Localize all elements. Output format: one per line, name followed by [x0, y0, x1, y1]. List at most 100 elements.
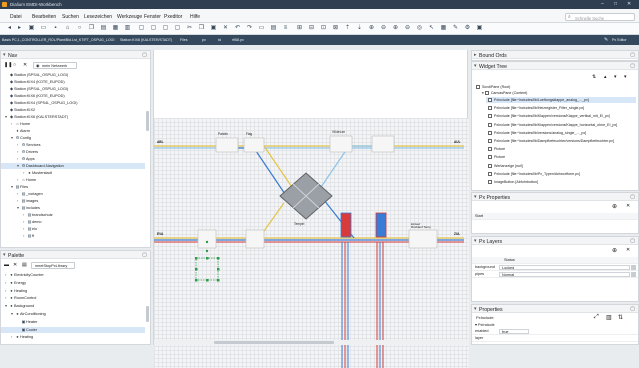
stack-icon[interactable]: ⊠: [332, 25, 339, 32]
add-icon[interactable]: ⊕: [612, 203, 617, 210]
open-icon[interactable]: ▭: [40, 25, 47, 32]
close-icon[interactable]: ✕: [626, 203, 630, 209]
bring-front-icon[interactable]: ⇡: [344, 25, 351, 32]
widget-tree-item[interactable]: PxInclude [file:^includes/lib/Lueftungsk…: [486, 97, 636, 103]
maximize-icon[interactable]: ▢: [630, 238, 635, 244]
add-layer-icon[interactable]: ⊕: [612, 247, 617, 254]
delete-icon[interactable]: ✕: [222, 25, 229, 32]
collapse-icon[interactable]: ▾: [474, 194, 477, 200]
widget-icon[interactable]: ▤: [270, 25, 277, 32]
nav-tree-item[interactable]: ▾ ⚙Config: [1, 135, 145, 141]
dropdown-icon[interactable]: [631, 265, 636, 270]
menu-datei[interactable]: Datei: [10, 14, 22, 20]
selection-handle[interactable]: [195, 279, 198, 282]
component-box[interactable]: [215, 137, 239, 153]
menu-lesezeichen[interactable]: Lesezeichen: [84, 14, 112, 20]
grid-icon[interactable]: ▦: [112, 25, 119, 32]
breadcrumb-segment[interactable]: Station:KIX6 (KALSTER/STADT): [120, 38, 172, 42]
new-icon[interactable]: ▣: [28, 25, 35, 32]
connection-node[interactable]: [205, 240, 209, 244]
zoom-in-icon[interactable]: ⊕: [392, 25, 399, 32]
selection-handle[interactable]: [195, 257, 198, 260]
breadcrumb-segment[interactable]: px: [202, 38, 206, 42]
widget-tree-item[interactable]: PxInclude [file:^includes/lib/Klappen/ve…: [486, 113, 636, 119]
arrow-up-icon[interactable]: ▴: [604, 74, 607, 80]
network-selector[interactable]: ◉ mein Netzwerk: [33, 61, 77, 69]
paste2-icon[interactable]: ▣: [210, 25, 217, 32]
nav-tree-item[interactable]: ▾ ▤Files: [1, 184, 145, 190]
collapse-icon[interactable]: ▾: [3, 252, 6, 258]
nav-scrollbar-thumb[interactable]: [146, 111, 149, 131]
nav-tree-item[interactable]: › ●Musterstadt: [1, 170, 145, 176]
palette-item[interactable]: ▣Heater: [1, 319, 145, 325]
nav-tree-item[interactable]: ◆Station:KIX2: [1, 107, 145, 113]
close-icon[interactable]: ✕: [626, 247, 630, 253]
pin-icon[interactable]: ⤢: [594, 314, 599, 321]
grid-toggle-icon[interactable]: ▦: [440, 25, 447, 32]
zoom-fit-icon[interactable]: ◎: [416, 25, 423, 32]
close-button[interactable]: ✕: [627, 1, 631, 7]
palette-item[interactable]: › ●Energy: [1, 280, 145, 286]
palette-item[interactable]: › ●ElectricityCounter: [1, 272, 145, 278]
breadcrumb-segment[interactable]: rfl68.px: [232, 38, 244, 42]
layer-status[interactable]: Locked: [499, 265, 630, 270]
canvas-grid[interactable]: Panbin Flag VKdeLen ABL EVA AUL ZUL Temp…: [154, 118, 469, 368]
pointer-icon[interactable]: ↖: [428, 25, 435, 32]
widget-tree-item[interactable]: PxInclude [file:^includes/lib/versions/a…: [486, 130, 636, 136]
forward-icon[interactable]: ▸: [16, 25, 23, 32]
selection-handle[interactable]: [217, 279, 220, 282]
maximize-icon[interactable]: ▢: [630, 306, 635, 312]
nav-tree-item[interactable]: ◆Station (SPS4L_OSPUG_LOGI): [1, 86, 145, 92]
maximize-icon[interactable]: ▢: [142, 252, 147, 258]
nav-tree-item[interactable]: › ▤elo: [1, 226, 145, 232]
canvas-hscroll[interactable]: [154, 340, 469, 345]
edit-icon[interactable]: ✎: [452, 25, 459, 32]
align2-icon[interactable]: ⊞: [296, 25, 303, 32]
layout-icon[interactable]: ▥: [124, 25, 131, 32]
selection-handle[interactable]: [206, 279, 209, 282]
nav-tree-item[interactable]: › ⌂Home: [1, 177, 145, 183]
component-box[interactable]: [243, 137, 265, 153]
maximize-button[interactable]: □: [614, 1, 617, 7]
more-icon[interactable]: ▾: [624, 74, 627, 80]
widget-tree-item[interactable]: PxInclude [file:^includes/lib/Dampfbefeu…: [486, 138, 636, 144]
nav-tree-item[interactable]: › ▤demo: [1, 219, 145, 225]
selection-outline[interactable]: [195, 257, 219, 281]
heater-coil[interactable]: [341, 213, 351, 237]
breadcrumb-segment[interactable]: td: [218, 38, 221, 42]
refresh-icon[interactable]: ○: [13, 62, 16, 68]
palette-item[interactable]: › ●RoomControl: [1, 295, 145, 301]
breadcrumb-segment[interactable]: Files: [180, 38, 188, 42]
maximize-icon[interactable]: ▢: [630, 52, 635, 58]
palette-item[interactable]: › ●Heating: [1, 288, 145, 294]
widget-tree-item[interactable]: ImageButton [Abfuhrbutton]: [486, 179, 636, 185]
palette-item[interactable]: ▣Cooler: [1, 326, 145, 333]
collapse-icon[interactable]: ▾: [474, 306, 477, 312]
dropdown-icon[interactable]: [631, 272, 636, 277]
widget-canvaspane[interactable]: ▾ CanvasPane (Content): [480, 90, 527, 96]
menu-fenster[interactable]: Fenster: [144, 14, 161, 20]
menu-bearbeiten[interactable]: Bearbeiten: [32, 14, 56, 20]
widget-tree-item[interactable]: Wertanzeige [null]: [486, 163, 636, 169]
filter-icon[interactable]: ⇅: [618, 314, 623, 321]
nav-tree-item[interactable]: › ⚙Apps: [1, 156, 145, 162]
view-icon[interactable]: ▣: [476, 25, 483, 32]
copy-icon[interactable]: ❐: [88, 25, 95, 32]
settings-icon[interactable]: ⚙: [464, 25, 471, 32]
component-box[interactable]: [371, 135, 395, 153]
expand-icon[interactable]: ▸: [474, 52, 477, 58]
save-icon[interactable]: ▪: [52, 25, 59, 32]
arrow-down-icon[interactable]: ▾: [614, 74, 617, 80]
selection-handle[interactable]: [217, 257, 220, 260]
nav-tree-item[interactable]: › ▤brandschutz: [1, 212, 145, 218]
nav-tree-item[interactable]: ▾ ▤includes: [1, 205, 145, 211]
breadcrumb-segment[interactable]: Basis PC,1,,CONTROLLER_ROL/Plant/Bld.Lst…: [2, 38, 114, 42]
properties-node[interactable]: ▾ PxInclude: [475, 322, 495, 327]
sort-icon[interactable]: ⇅: [592, 74, 596, 80]
paste-icon[interactable]: ▤: [100, 25, 107, 32]
tile-icon[interactable]: ⊡: [320, 25, 327, 32]
widget-tree-item[interactable]: Picture: [486, 154, 636, 160]
nav-tree-item[interactable]: › ▤ff: [1, 233, 145, 239]
ungroup-icon[interactable]: ⊖: [380, 25, 387, 32]
library-selector[interactable]: meetStopPxLibrary: [31, 261, 75, 269]
